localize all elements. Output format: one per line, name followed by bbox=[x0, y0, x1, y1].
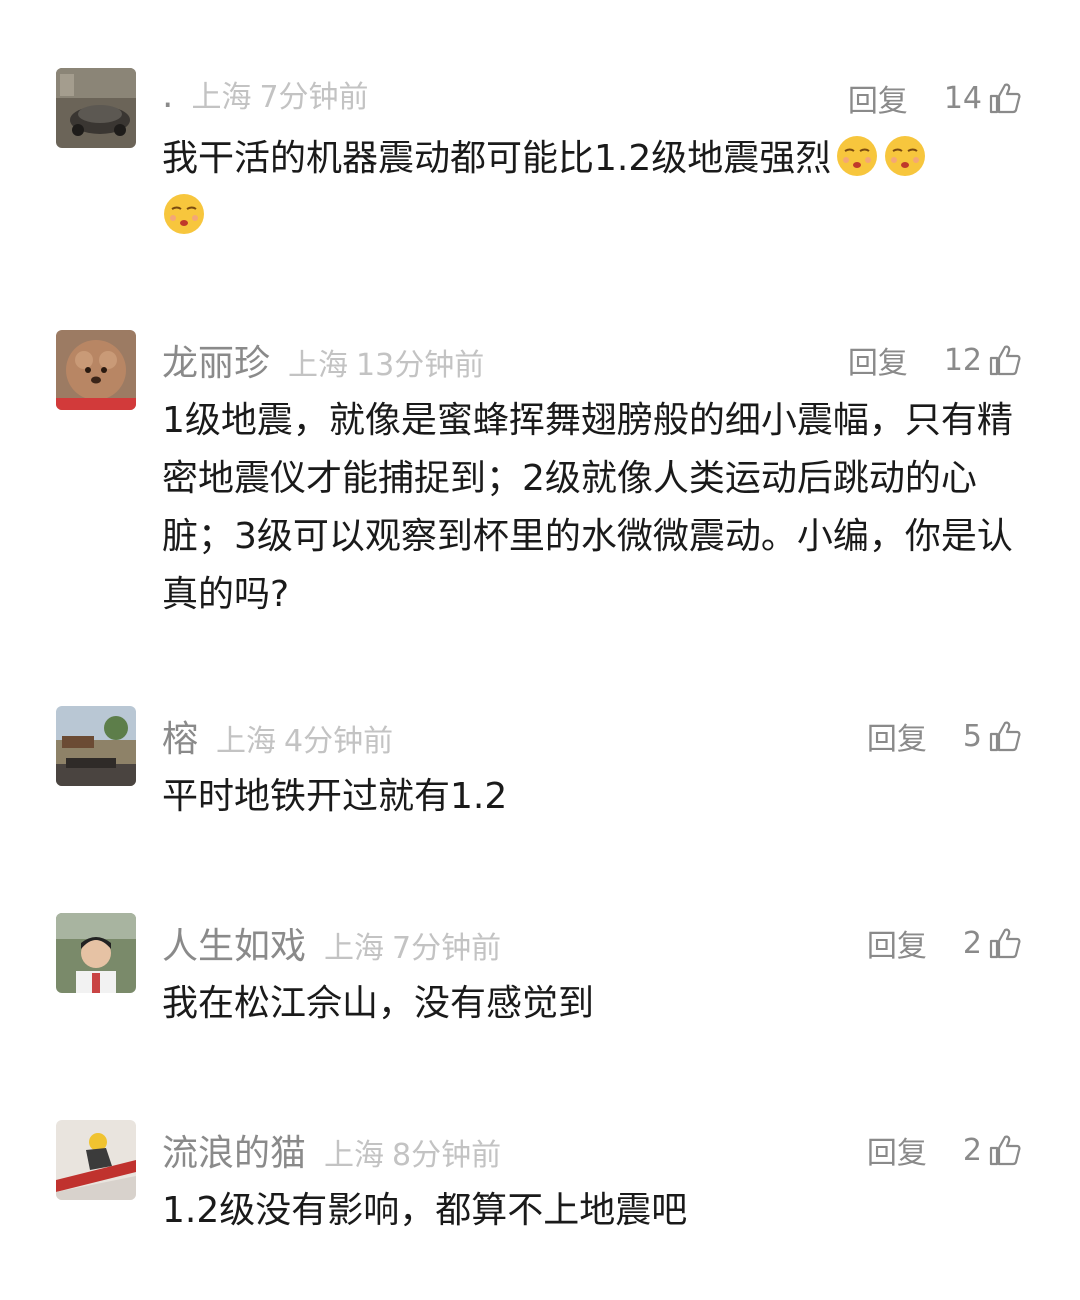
avatar[interactable] bbox=[56, 1120, 136, 1200]
location: 上海 bbox=[324, 931, 385, 966]
avatar[interactable] bbox=[56, 330, 136, 410]
avatar[interactable] bbox=[56, 913, 136, 993]
reply-button[interactable]: 回复 bbox=[867, 714, 927, 758]
comment-actions: 回复 5 bbox=[867, 714, 1022, 758]
timestamp: 7分钟前 bbox=[392, 931, 502, 966]
avatar[interactable] bbox=[56, 706, 136, 786]
like-count: 2 bbox=[962, 1132, 982, 1168]
reply-button[interactable]: 回复 bbox=[848, 76, 908, 120]
reply-button[interactable]: 回复 bbox=[848, 338, 908, 382]
timestamp: 8分钟前 bbox=[392, 1138, 502, 1173]
like-count: 12 bbox=[943, 342, 982, 378]
thumbs-up-icon[interactable] bbox=[988, 926, 1022, 960]
location: 上海 bbox=[288, 348, 349, 383]
comment-body: 我干活的机器震动都可能比1.2级地震强烈 bbox=[162, 138, 832, 179]
comment-actions: 回复 14 bbox=[848, 76, 1022, 120]
comment-actions: 回复 12 bbox=[848, 338, 1022, 382]
comment-text: 我干活的机器震动都可能比1.2级地震强烈 bbox=[162, 130, 1022, 246]
comment-text: 平时地铁开过就有1.2 bbox=[162, 776, 508, 817]
location: 上海 bbox=[216, 724, 277, 759]
comment-meta: 人生如戏 上海 7分钟前 bbox=[162, 917, 509, 967]
like-count: 5 bbox=[962, 718, 982, 754]
username[interactable]: 人生如戏 bbox=[162, 917, 306, 969]
shushing-face-icon bbox=[162, 192, 206, 236]
username[interactable]: 流浪的猫 bbox=[162, 1124, 306, 1176]
thumbs-up-icon[interactable] bbox=[988, 343, 1022, 377]
comment-meta: 龙丽珍 上海 13分钟前 bbox=[162, 334, 492, 384]
comment-text: 1.2级没有影响，都算不上地震吧 bbox=[162, 1190, 688, 1231]
username[interactable]: 龙丽珍 bbox=[162, 334, 270, 386]
comment-meta: . 上海 7分钟前 bbox=[162, 72, 377, 122]
like-count: 2 bbox=[962, 925, 982, 961]
thumbs-up-icon[interactable] bbox=[988, 719, 1022, 753]
thumbs-up-icon[interactable] bbox=[988, 81, 1022, 115]
like-count: 14 bbox=[943, 80, 982, 116]
timestamp: 13分钟前 bbox=[356, 348, 485, 383]
comment-actions: 回复 2 bbox=[867, 921, 1022, 965]
thumbs-up-icon[interactable] bbox=[988, 1133, 1022, 1167]
location: 上海 bbox=[191, 80, 252, 115]
comment-actions: 回复 2 bbox=[867, 1128, 1022, 1172]
comment-text: 我在松江佘山，没有感觉到 bbox=[162, 983, 595, 1024]
reply-button[interactable]: 回复 bbox=[867, 1128, 927, 1172]
comment-text: 1级地震，就像是蜜蜂挥舞翅膀般的细小震幅，只有精密地震仪才能捕捉到；2级就像人类… bbox=[162, 400, 1013, 615]
username[interactable]: 榕 bbox=[162, 710, 198, 762]
comment-meta: 流浪的猫 上海 8分钟前 bbox=[162, 1124, 509, 1174]
reply-button[interactable]: 回复 bbox=[867, 921, 927, 965]
shushing-face-icon bbox=[835, 134, 879, 178]
avatar[interactable] bbox=[56, 68, 136, 148]
timestamp: 4分钟前 bbox=[284, 724, 394, 759]
location: 上海 bbox=[324, 1138, 385, 1173]
username[interactable]: . bbox=[162, 75, 173, 116]
comment-meta: 榕 上海 4分钟前 bbox=[162, 710, 401, 760]
shushing-face-icon bbox=[883, 134, 927, 178]
timestamp: 7分钟前 bbox=[259, 80, 369, 115]
